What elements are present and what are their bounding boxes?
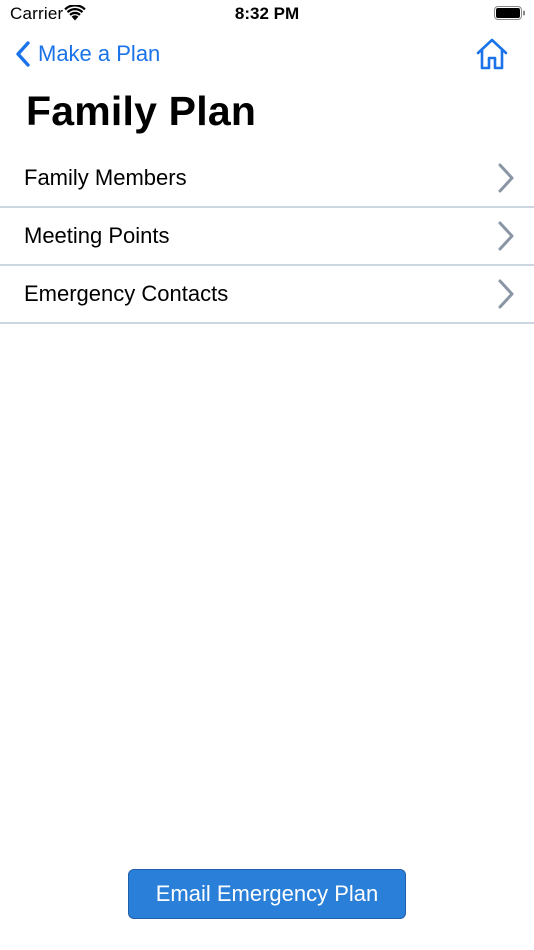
chevron-right-icon bbox=[498, 279, 514, 309]
plan-sections-list: Family Members Meeting Points Emergency … bbox=[0, 150, 534, 324]
list-item-emergency-contacts[interactable]: Emergency Contacts bbox=[0, 266, 534, 324]
battery-icon bbox=[494, 6, 525, 20]
chevron-left-icon bbox=[16, 41, 30, 67]
list-item-label: Meeting Points bbox=[24, 223, 170, 248]
status-bar: Carrier 8:32 PM bbox=[0, 0, 534, 30]
chevron-right-icon bbox=[498, 163, 514, 193]
home-icon[interactable] bbox=[474, 36, 510, 72]
chevron-right-icon bbox=[498, 221, 514, 251]
list-item-family-members[interactable]: Family Members bbox=[0, 150, 534, 208]
list-item-meeting-points[interactable]: Meeting Points bbox=[0, 208, 534, 266]
list-item-label: Emergency Contacts bbox=[24, 281, 229, 306]
page-title: Family Plan bbox=[26, 88, 257, 134]
list-item-label: Family Members bbox=[24, 165, 187, 190]
email-emergency-plan-button[interactable]: Email Emergency Plan bbox=[128, 869, 406, 919]
back-button[interactable]: Make a Plan bbox=[14, 38, 160, 70]
back-button-label: Make a Plan bbox=[38, 41, 161, 66]
status-time: 8:32 PM bbox=[234, 4, 300, 23]
